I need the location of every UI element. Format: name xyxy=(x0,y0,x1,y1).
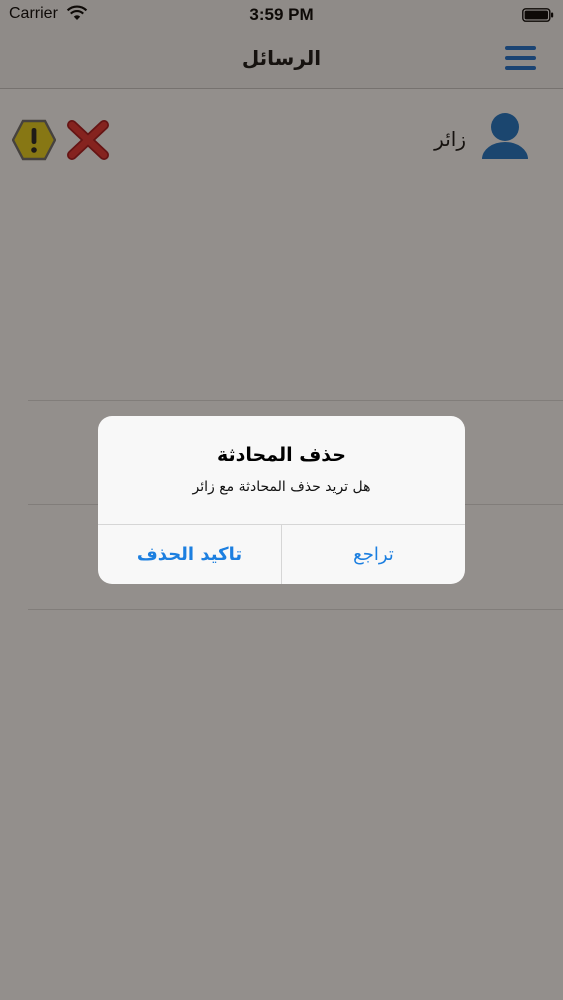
alert-title: حذف المحادثة xyxy=(217,444,346,466)
delete-conversation-alert: حذف المحادثة هل تريد حذف المحادثة مع زائ… xyxy=(98,416,465,584)
confirm-delete-button[interactable]: تاكيد الحذف xyxy=(98,525,281,584)
cancel-button[interactable]: تراجع xyxy=(282,525,465,584)
alert-message: هل تريد حذف المحادثة مع زائر xyxy=(192,479,371,495)
